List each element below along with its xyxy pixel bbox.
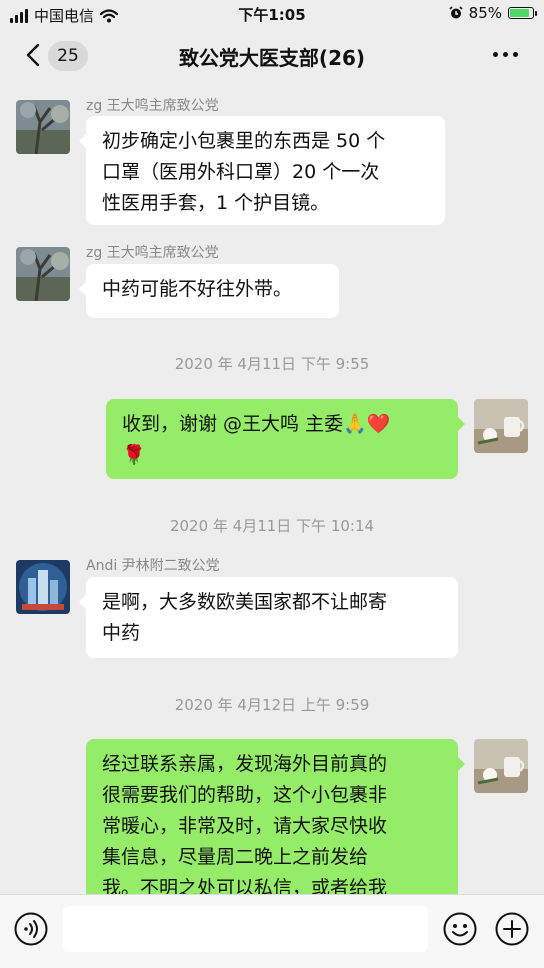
back-chevron-icon[interactable] [22, 42, 48, 68]
message-line: 中药可能不好往外带。 [102, 278, 293, 300]
more-dot-icon [503, 52, 508, 57]
message-input[interactable] [63, 906, 428, 952]
message-line: 口罩（医用外科口罩）20 个一次 [102, 161, 380, 183]
sender-avatar[interactable] [16, 247, 70, 301]
unread-count-badge[interactable]: 25 [48, 41, 88, 71]
message-line: 是啊，大多数欧美国家都不让邮寄 [102, 591, 388, 613]
timestamp: 2020 年 4月12日 上午 9:59 [174, 696, 370, 714]
timestamp: 2020 年 4月11日 下午 9:55 [174, 355, 370, 373]
status-right: 85% [449, 4, 537, 22]
message-bubble-outgoing[interactable]: 收到，谢谢 @王大鸣 主委🙏❤️ 🌹 [106, 399, 465, 479]
battery-fill [510, 9, 529, 17]
message-line: 我。不明之处可以私信，或者给我 [102, 877, 388, 894]
message-line: 集信息，尽量周二晚上之前发给 [102, 846, 369, 868]
cup-flower-photo-avatar [474, 739, 528, 793]
message-line: 很需要我们的帮助，这个小包裹非 [102, 784, 388, 806]
sender-name: zg 王大鸣主席致公党 [86, 98, 219, 114]
sender-name: zg 王大鸣主席致公党 [86, 245, 219, 261]
battery-percent: 85% [468, 4, 502, 22]
message-line: 经过联系亲属，发现海外目前真的 [102, 753, 388, 775]
message-line: 初步确定小包裹里的东西是 50 个 [102, 130, 386, 152]
voice-icon[interactable] [14, 912, 48, 946]
chat-title: 致公党大医支部(26) [178, 46, 366, 70]
alarm-icon [449, 6, 463, 19]
sender-avatar[interactable] [16, 100, 70, 154]
city-photo-avatar [16, 560, 70, 614]
nav-bar: 25 致公党大医支部(26) [0, 28, 544, 84]
status-bar: 中国电信 下午1:05 85% [0, 0, 544, 28]
cup-flower-photo-avatar [474, 399, 528, 453]
more-dot-icon [493, 52, 498, 57]
message-line: 常暖心，非常及时，请大家尽快收 [102, 815, 388, 837]
message-line: 收到，谢谢 @王大鸣 主委🙏❤️ [122, 413, 391, 435]
message-line: 🌹 [122, 444, 146, 466]
message-line: 中药 [102, 622, 141, 644]
message-bubble[interactable]: 中药可能不好往外带。 [79, 264, 339, 318]
tree-photo-avatar [16, 100, 70, 154]
timestamp: 2020 年 4月11日 下午 10:14 [169, 517, 375, 535]
message-bubble[interactable]: 是啊，大多数欧美国家都不让邮寄 中药 [79, 577, 458, 658]
sender-avatar[interactable] [16, 560, 70, 614]
battery-icon [508, 7, 537, 19]
sender-name: Andi 尹林附二致公党 [86, 558, 220, 574]
my-avatar[interactable] [474, 739, 528, 793]
plus-icon[interactable] [495, 912, 529, 946]
more-dot-icon [513, 52, 518, 57]
tree-photo-avatar [16, 247, 70, 301]
emoji-icon[interactable] [443, 912, 477, 946]
more-options-button[interactable] [493, 52, 518, 57]
message-line: 性医用手套，1 个护目镜。 [102, 192, 330, 214]
message-bubble-outgoing[interactable]: 经过联系亲属，发现海外目前真的 很需要我们的帮助，这个小包裹非 常暖心，非常及时… [86, 739, 465, 894]
message-bubble[interactable]: 初步确定小包裹里的东西是 50 个 口罩（医用外科口罩）20 个一次 性医用手套… [79, 116, 445, 225]
my-avatar[interactable] [474, 399, 528, 453]
message-list[interactable]: zg 王大鸣主席致公党 初步确定小包裹里的东西是 50 个 口罩（医用外科口罩）… [0, 84, 544, 894]
input-bar [0, 894, 544, 968]
